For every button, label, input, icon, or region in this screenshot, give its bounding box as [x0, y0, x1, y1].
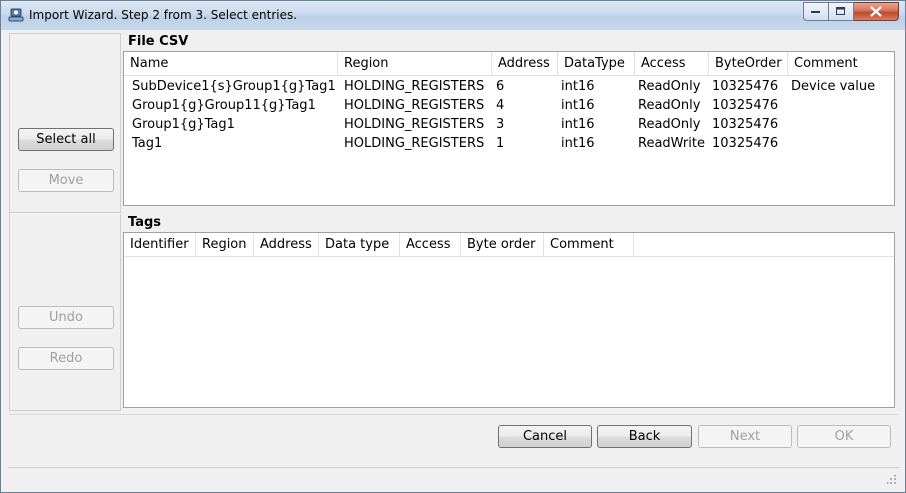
tags-group-title: Tags: [128, 215, 162, 230]
tags-table[interactable]: Identifier Region Address Data type Access By…: [123, 232, 895, 408]
csv-column-header[interactable]: DataType: [558, 52, 635, 76]
select-all-button[interactable]: Select all: [18, 128, 114, 151]
tags-column-header[interactable]: Data type: [319, 233, 400, 257]
csv-table-cell: 1: [496, 136, 505, 151]
csv-group-title: File CSV: [128, 34, 189, 49]
csv-table-cell: HOLDING_REGISTERS: [344, 117, 485, 132]
left-action-pane: Select all Move Undo Redo: [9, 33, 122, 411]
tags-column-header[interactable]: Identifier: [124, 233, 196, 257]
csv-table-cell: [787, 115, 791, 134]
maximize-icon: [836, 7, 845, 15]
csv-table-cell: 10325476: [712, 136, 779, 151]
csv-table-cell: 10325476: [712, 117, 779, 132]
csv-table-cell: ReadOnly: [638, 79, 701, 94]
ok-button[interactable]: OK: [797, 425, 891, 448]
csv-table-cell: int16: [561, 98, 595, 113]
csv-table-cell: 4: [496, 98, 505, 113]
next-button[interactable]: Next: [698, 425, 792, 448]
csv-table-header: Name Region Address DataType Access ByteOrder…: [124, 52, 894, 76]
close-icon: [870, 6, 882, 17]
back-button[interactable]: Back: [597, 425, 692, 448]
undo-button[interactable]: Undo: [18, 306, 114, 329]
csv-column-header[interactable]: Comment: [788, 52, 894, 76]
wizard-client-area: Select all Move Undo Redo File CSV Name R…: [8, 31, 899, 487]
resize-grip-icon[interactable]: [887, 475, 897, 485]
window-title: Import Wizard. Step 2 from 3. Select ent…: [29, 8, 298, 22]
csv-table-cell: int16: [561, 117, 595, 132]
csv-table-row[interactable]: SubDevice1{s}Group1{g}Tag1 HOLDING_REGIST…: [124, 77, 894, 96]
csv-table-cell: HOLDING_REGISTERS: [344, 79, 485, 94]
csv-table-cell: ReadWrite: [638, 136, 705, 151]
csv-column-header[interactable]: Region: [338, 52, 492, 76]
maximize-button[interactable]: [829, 2, 854, 21]
csv-table-cell: [787, 134, 791, 153]
csv-table-cell: 10325476: [712, 98, 779, 113]
csv-column-header[interactable]: Address: [492, 52, 558, 76]
tags-column-header[interactable]: Region: [196, 233, 254, 257]
csv-table-row[interactable]: Group1{g}Tag1 HOLDING_REGISTERS 3 int16 Read…: [124, 115, 894, 134]
csv-table-cell: HOLDING_REGISTERS: [344, 98, 485, 113]
csv-table-cell: Group1{g}Tag1: [132, 117, 235, 132]
close-button[interactable]: [854, 2, 899, 21]
wizard-footer: Cancel Back Next OK: [9, 414, 898, 462]
left-pane-divider: [10, 212, 122, 214]
import-wizard-window: Import Wizard. Step 2 from 3. Select ent…: [0, 0, 906, 493]
csv-table-cell: 10325476: [712, 79, 779, 94]
csv-table-cell: Group1{g}Group11{g}Tag1: [132, 98, 316, 113]
csv-table-cell: ReadOnly: [638, 98, 701, 113]
minimize-button[interactable]: [803, 2, 829, 21]
csv-table-cell: Tag1: [132, 136, 163, 151]
redo-button[interactable]: Redo: [18, 347, 114, 370]
csv-table-cell: int16: [561, 79, 595, 94]
csv-column-header[interactable]: ByteOrder: [709, 52, 788, 76]
tags-table-header: Identifier Region Address Data type Access By…: [124, 233, 894, 257]
move-button[interactable]: Move: [18, 169, 114, 192]
csv-column-header[interactable]: Name: [124, 52, 338, 76]
csv-table-cell: int16: [561, 136, 595, 151]
minimize-icon: [811, 10, 820, 13]
cancel-button[interactable]: Cancel: [498, 425, 592, 448]
title-bar[interactable]: Import Wizard. Step 2 from 3. Select ent…: [1, 1, 905, 30]
csv-table-cell: SubDevice1{s}Group1{g}Tag1: [132, 79, 336, 94]
csv-table-cell: 3: [496, 117, 505, 132]
tags-column-header[interactable]: Access: [400, 233, 461, 257]
csv-table-cell: ReadOnly: [638, 117, 701, 132]
csv-column-header[interactable]: Access: [635, 52, 709, 76]
csv-table-cell: HOLDING_REGISTERS: [344, 136, 485, 151]
tags-column-header[interactable]: Comment: [544, 233, 634, 257]
app-icon: [8, 7, 24, 23]
csv-table-cell: [787, 96, 791, 115]
tags-column-header[interactable]: Address: [254, 233, 319, 257]
csv-table-cell: Device value: [791, 79, 876, 94]
csv-table-row[interactable]: Group1{g}Group11{g}Tag1 HOLDING_REGISTERS…: [124, 96, 894, 115]
csv-table-cell: 6: [496, 79, 505, 94]
csv-entries-table[interactable]: Name Region Address DataType Access ByteOrder…: [123, 51, 895, 206]
csv-table-row[interactable]: Tag1 HOLDING_REGISTERS 1 int16 ReadWrite 1032…: [124, 134, 894, 153]
tags-column-header[interactable]: Byte order: [461, 233, 544, 257]
status-bar: [8, 467, 899, 487]
